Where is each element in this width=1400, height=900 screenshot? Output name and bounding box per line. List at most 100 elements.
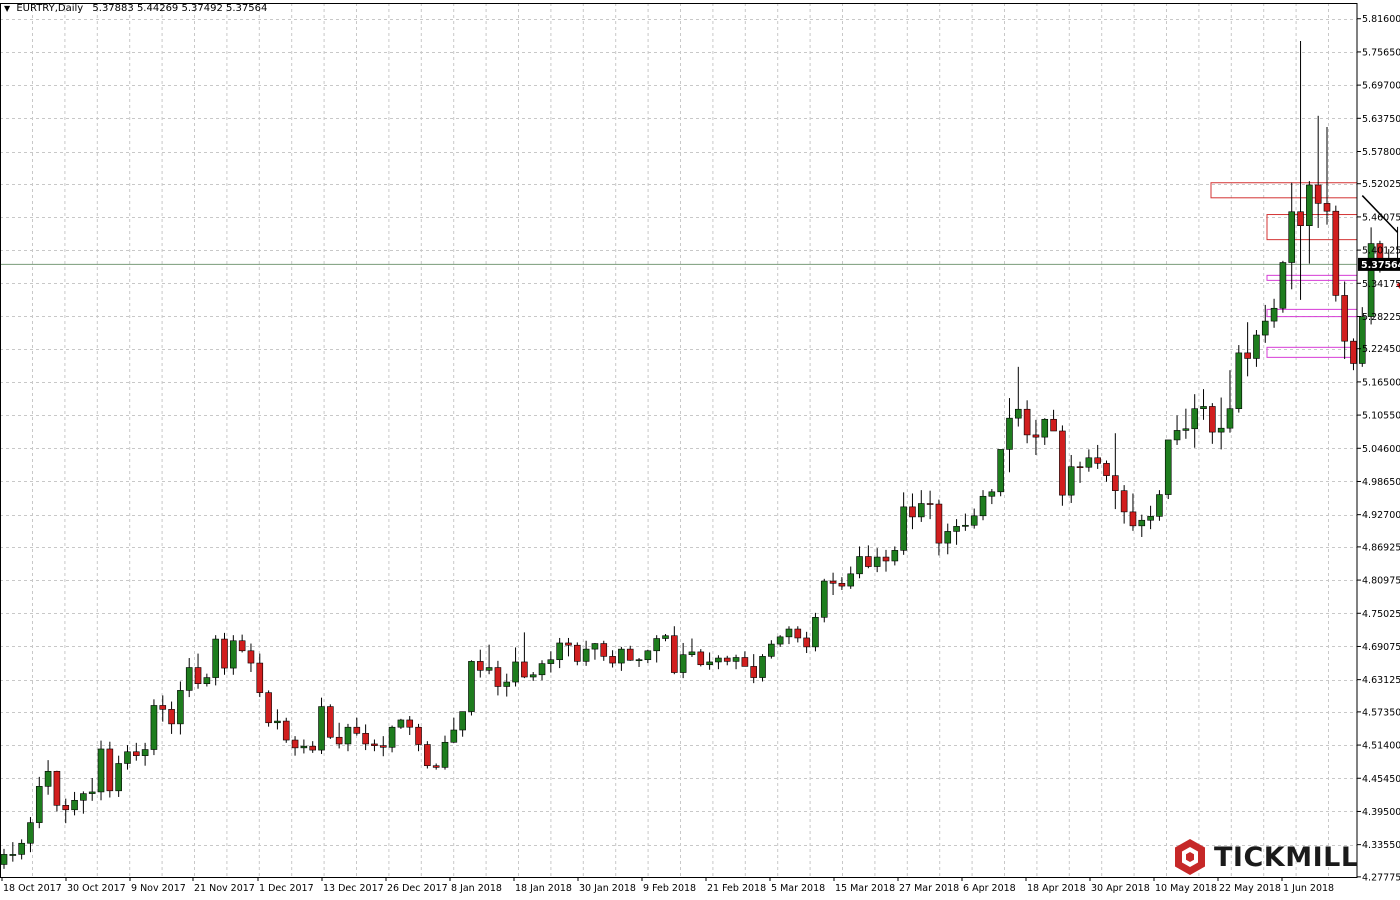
chart-title-bar[interactable]: ▼ EURTRY,Daily 5.37883 5.44269 5.37492 5… xyxy=(4,3,267,14)
candle xyxy=(1147,505,1154,530)
candle-body xyxy=(1191,408,1198,430)
candle xyxy=(521,632,528,679)
candle xyxy=(256,653,264,698)
candle xyxy=(688,638,696,657)
candle-body xyxy=(829,580,837,584)
candle xyxy=(177,681,184,735)
candle-body xyxy=(97,748,105,793)
y-tick-label: 5.52025 xyxy=(1362,179,1400,190)
y-tick-label: 4.69075 xyxy=(1362,642,1400,653)
candle-body xyxy=(1120,490,1128,513)
y-tick-label: 5.75650 xyxy=(1362,47,1400,58)
x-tick-label: 22 May 2018 xyxy=(1219,883,1281,894)
candle-body xyxy=(917,503,925,518)
triangle-down-icon[interactable]: ▼ xyxy=(4,4,10,13)
candle xyxy=(485,644,493,675)
candle xyxy=(635,658,643,667)
candle-body xyxy=(1217,427,1225,433)
candle xyxy=(44,760,52,795)
candle-body xyxy=(503,681,511,687)
candle-body xyxy=(988,491,996,497)
candle xyxy=(97,740,105,801)
y-tick-label: 4.75025 xyxy=(1362,609,1400,620)
candle-body xyxy=(856,556,863,575)
candle xyxy=(1270,298,1278,328)
candle xyxy=(1314,115,1322,228)
candle xyxy=(803,631,810,654)
candle xyxy=(512,647,519,687)
candle-body xyxy=(547,659,555,664)
candle xyxy=(1059,425,1066,506)
plot-frame xyxy=(0,3,1358,878)
x-tick-label: 1 Dec 2017 xyxy=(259,883,314,894)
price-axis[interactable]: 5.81600 5.75650 5.69700 5.63750 5.57800 5.520… xyxy=(1357,14,1400,883)
candle-body xyxy=(1235,352,1243,409)
candle xyxy=(671,626,678,675)
x-tick-label: 6 Apr 2018 xyxy=(963,883,1016,894)
candle-body xyxy=(1112,475,1119,491)
candle-body xyxy=(1314,184,1322,204)
candle-body xyxy=(494,667,502,687)
time-axis[interactable]: 18 Oct 2017 30 Oct 2017 9 Nov 2017 21 Nov 2… xyxy=(1,877,1334,894)
candle xyxy=(556,637,563,669)
candle-body xyxy=(715,657,722,663)
y-tick-label: 5.04600 xyxy=(1362,444,1400,455)
y-tick-label: 5.40125 xyxy=(1362,246,1400,257)
hexagon-logo-icon xyxy=(1175,839,1205,875)
candle xyxy=(221,632,228,675)
candle-body xyxy=(865,556,872,567)
candle-body xyxy=(1014,408,1022,419)
candle xyxy=(1182,408,1190,439)
candle xyxy=(468,660,475,716)
candle xyxy=(450,717,458,743)
candle-body xyxy=(1288,211,1296,263)
candle xyxy=(997,449,1004,497)
candle-body xyxy=(124,751,131,764)
candlestick-series xyxy=(0,41,1400,869)
candle-body xyxy=(662,635,669,639)
candle xyxy=(1332,205,1340,302)
candle xyxy=(600,640,608,661)
candle-body xyxy=(785,628,793,638)
plot-border xyxy=(0,3,1358,878)
candle xyxy=(379,736,387,757)
candle xyxy=(697,649,705,667)
candle-body xyxy=(1341,295,1348,342)
candle xyxy=(274,709,281,730)
candle xyxy=(882,549,890,572)
y-tick-label: 4.86925 xyxy=(1362,542,1400,553)
candle xyxy=(194,653,202,689)
candle-body xyxy=(318,706,325,751)
y-tick-label: 5.81600 xyxy=(1362,14,1400,25)
candle-body xyxy=(1270,307,1278,322)
candle-body xyxy=(944,531,952,544)
candle-body xyxy=(80,793,87,801)
candle-body xyxy=(1094,457,1101,464)
current-price-label: 5.37564 xyxy=(1361,260,1400,271)
candle xyxy=(230,635,237,675)
candle-body xyxy=(697,651,705,666)
candle-body xyxy=(820,580,828,618)
candle xyxy=(1279,260,1287,313)
x-tick-label: 10 May 2018 xyxy=(1155,883,1217,894)
candle xyxy=(1041,418,1049,445)
price-chart[interactable]: 5.81600 5.75650 5.69700 5.63750 5.57800 5.520… xyxy=(0,0,1400,900)
candle-body xyxy=(1226,408,1234,429)
candle-body xyxy=(635,659,643,662)
candle-body xyxy=(88,791,96,794)
candle-body xyxy=(133,751,140,756)
candle-body xyxy=(371,743,378,746)
candle-body xyxy=(327,706,334,738)
y-tick-label: 5.57800 xyxy=(1362,147,1400,158)
candle-body xyxy=(256,662,264,693)
candle-body xyxy=(1261,320,1269,336)
candle xyxy=(618,646,625,671)
candle-body xyxy=(406,719,414,728)
candle xyxy=(344,723,352,752)
candle xyxy=(653,635,660,663)
x-tick-label: 30 Jan 2018 xyxy=(579,883,636,894)
candle-body xyxy=(203,677,211,685)
candle xyxy=(662,634,669,642)
candle-body xyxy=(18,842,25,855)
x-tick-label: 5 Mar 2018 xyxy=(771,883,825,894)
